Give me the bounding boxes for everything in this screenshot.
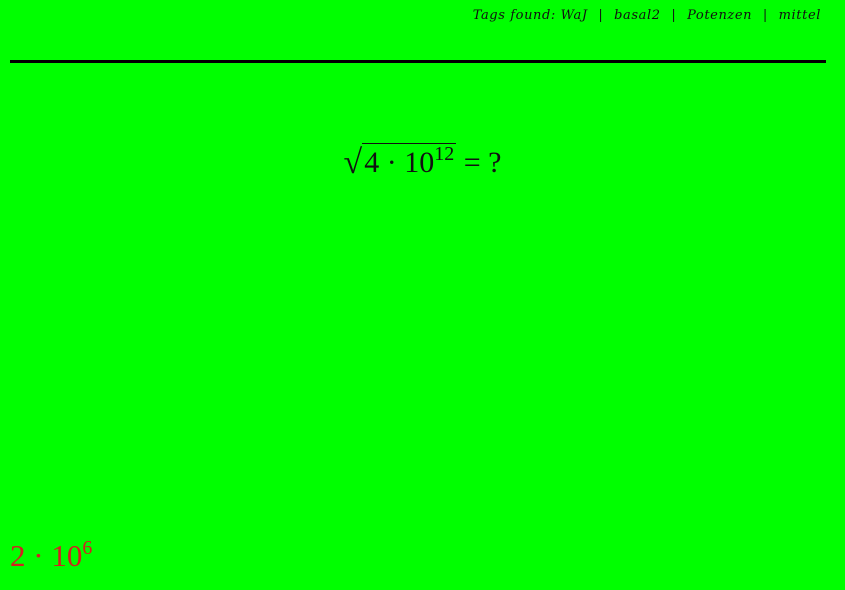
tag-item: basal2 [614,8,661,23]
answer-base: 2 · 10 [10,538,83,573]
tags-line: Tags found: WaJ | basal2 | Potenzen | mi… [473,8,821,23]
tag-separator: | [762,8,768,23]
tag-item: Potenzen [687,8,753,23]
radical-sign: √ [343,144,363,181]
answer-formula: 2 · 106 [10,536,92,576]
question-tail: = ? [456,146,502,179]
square-root: √4 · 1012 [344,142,457,183]
tag-item: WaJ [560,8,588,23]
tag-separator: | [671,8,677,23]
radicand: 4 · 1012 [362,143,457,180]
tags-prefix: Tags found: [472,8,556,23]
header-divider [10,60,826,63]
tag-item: mittel [778,8,821,23]
radicand-exponent: 12 [434,143,455,165]
tag-separator: | [598,8,604,23]
radicand-base: 4 · 10 [364,146,435,179]
answer-exponent: 6 [82,537,93,559]
question-formula: √4 · 1012 = ? [0,142,845,183]
